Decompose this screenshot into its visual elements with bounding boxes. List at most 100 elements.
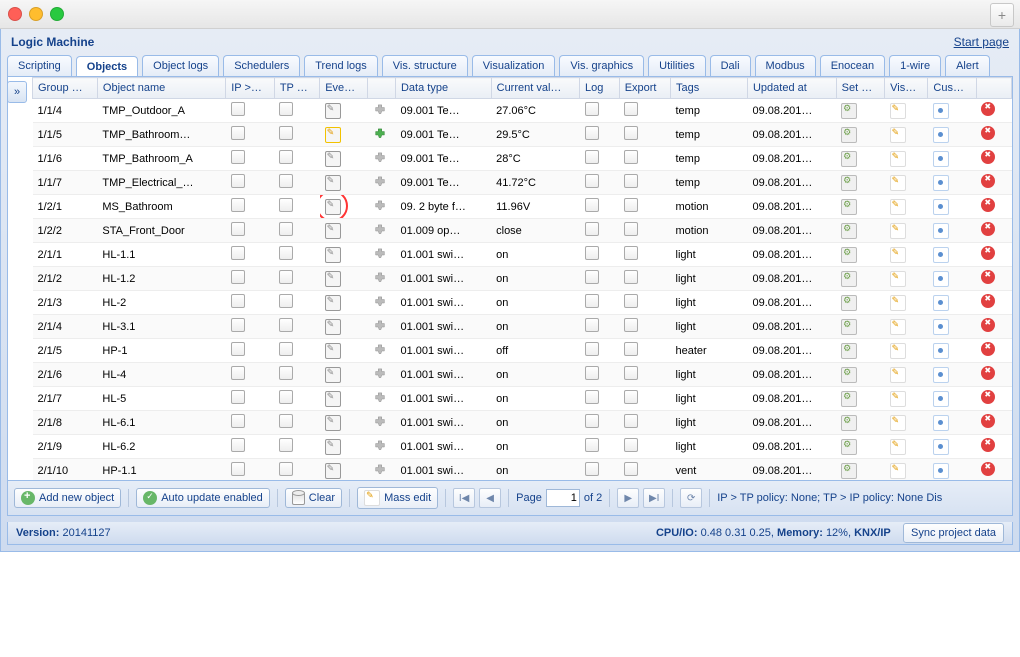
- checkbox-icon[interactable]: [585, 126, 599, 140]
- clear-button[interactable]: Clear: [285, 488, 342, 508]
- set-value-icon[interactable]: [841, 103, 857, 119]
- column-header[interactable]: Object name: [97, 78, 225, 99]
- checkbox-icon[interactable]: [624, 366, 638, 380]
- checkbox-icon[interactable]: [279, 246, 293, 260]
- event-script-icon[interactable]: [325, 271, 341, 287]
- table-row[interactable]: 2/1/8HL-6.101.001 swi…onlight09.08.201…: [33, 411, 1012, 435]
- custom-values-icon[interactable]: [933, 463, 949, 479]
- column-header[interactable]: Data type: [395, 78, 491, 99]
- table-row[interactable]: 2/1/2HL-1.201.001 swi…onlight09.08.201…: [33, 267, 1012, 291]
- table-row[interactable]: 2/1/7HL-501.001 swi…onlight09.08.201…: [33, 387, 1012, 411]
- checkbox-icon[interactable]: [585, 294, 599, 308]
- checkbox-icon[interactable]: [624, 270, 638, 284]
- custom-values-icon[interactable]: [933, 151, 949, 167]
- table-row[interactable]: 2/1/3HL-201.001 swi…onlight09.08.201…: [33, 291, 1012, 315]
- set-value-icon[interactable]: [841, 271, 857, 287]
- column-header[interactable]: [368, 78, 396, 99]
- zoom-traffic-light[interactable]: [50, 7, 64, 21]
- vis-params-icon[interactable]: [890, 271, 906, 287]
- tab-vis-structure[interactable]: Vis. structure: [382, 55, 468, 76]
- checkbox-icon[interactable]: [231, 222, 245, 236]
- set-value-icon[interactable]: [841, 415, 857, 431]
- table-row[interactable]: 1/1/5TMP_Bathroom…09.001 Te…29.5°Ctemp09…: [33, 123, 1012, 147]
- delete-icon[interactable]: [981, 102, 995, 116]
- table-row[interactable]: 2/1/1HL-1.101.001 swi…onlight09.08.201…: [33, 243, 1012, 267]
- custom-values-icon[interactable]: [933, 271, 949, 287]
- checkbox-icon[interactable]: [585, 198, 599, 212]
- tab-alert[interactable]: Alert: [945, 55, 990, 76]
- checkbox-icon[interactable]: [231, 342, 245, 356]
- event-script-icon[interactable]: [325, 415, 341, 431]
- minimize-traffic-light[interactable]: [29, 7, 43, 21]
- table-row[interactable]: 2/1/10HP-1.101.001 swi…onvent09.08.201…: [33, 459, 1012, 481]
- custom-values-icon[interactable]: [933, 415, 949, 431]
- checkbox-icon[interactable]: [624, 462, 638, 476]
- checkbox-icon[interactable]: [279, 390, 293, 404]
- vis-params-icon[interactable]: [890, 103, 906, 119]
- checkbox-icon[interactable]: [585, 438, 599, 452]
- vis-params-icon[interactable]: [890, 319, 906, 335]
- set-value-icon[interactable]: [841, 367, 857, 383]
- set-value-icon[interactable]: [841, 463, 857, 479]
- delete-icon[interactable]: [981, 126, 995, 140]
- page-number-input[interactable]: [546, 489, 580, 507]
- checkbox-icon[interactable]: [585, 270, 599, 284]
- set-value-icon[interactable]: [841, 199, 857, 215]
- checkbox-icon[interactable]: [279, 198, 293, 212]
- table-row[interactable]: 1/2/2STA_Front_Door01.009 op…closemotion…: [33, 219, 1012, 243]
- grid-header[interactable]: Group …Object nameIP >…TP …Eve…Data type…: [33, 78, 1012, 99]
- checkbox-icon[interactable]: [231, 174, 245, 188]
- checkbox-icon[interactable]: [231, 102, 245, 116]
- tab-scripting[interactable]: Scripting: [7, 55, 72, 76]
- custom-values-icon[interactable]: [933, 319, 949, 335]
- checkbox-icon[interactable]: [279, 462, 293, 476]
- checkbox-icon[interactable]: [624, 390, 638, 404]
- checkbox-icon[interactable]: [585, 318, 599, 332]
- delete-icon[interactable]: [981, 462, 995, 476]
- table-row[interactable]: 2/1/9HL-6.201.001 swi…onlight09.08.201…: [33, 435, 1012, 459]
- table-row[interactable]: 1/1/7TMP_Electrical_…09.001 Te…41.72°Cte…: [33, 171, 1012, 195]
- column-header[interactable]: Tags: [671, 78, 748, 99]
- close-traffic-light[interactable]: [8, 7, 22, 21]
- delete-icon[interactable]: [981, 366, 995, 380]
- event-script-icon[interactable]: [325, 151, 341, 167]
- checkbox-icon[interactable]: [624, 174, 638, 188]
- refresh-button[interactable]: ⟳: [680, 488, 702, 508]
- column-header[interactable]: Vis…: [885, 78, 928, 99]
- tab-enocean[interactable]: Enocean: [820, 55, 885, 76]
- checkbox-icon[interactable]: [585, 174, 599, 188]
- table-row[interactable]: 2/1/5HP-101.001 swi…offheater09.08.201…: [33, 339, 1012, 363]
- vis-params-icon[interactable]: [890, 439, 906, 455]
- set-value-icon[interactable]: [841, 223, 857, 239]
- custom-values-icon[interactable]: [933, 127, 949, 143]
- vis-params-icon[interactable]: [890, 127, 906, 143]
- checkbox-icon[interactable]: [279, 342, 293, 356]
- tab-1-wire[interactable]: 1-wire: [889, 55, 941, 76]
- tab-objects[interactable]: Objects: [76, 56, 138, 76]
- start-page-link[interactable]: Start page: [954, 35, 1009, 49]
- checkbox-icon[interactable]: [231, 126, 245, 140]
- checkbox-icon[interactable]: [231, 246, 245, 260]
- vis-params-icon[interactable]: [890, 247, 906, 263]
- delete-icon[interactable]: [981, 174, 995, 188]
- set-value-icon[interactable]: [841, 151, 857, 167]
- first-page-button[interactable]: I◀: [453, 488, 475, 508]
- vis-params-icon[interactable]: [890, 415, 906, 431]
- vis-params-icon[interactable]: [890, 223, 906, 239]
- column-header[interactable]: Eve…: [320, 78, 368, 99]
- next-page-button[interactable]: ▶: [617, 488, 639, 508]
- custom-values-icon[interactable]: [933, 439, 949, 455]
- checkbox-icon[interactable]: [624, 246, 638, 260]
- event-script-icon[interactable]: [325, 175, 341, 191]
- set-value-icon[interactable]: [841, 439, 857, 455]
- tab-trend-logs[interactable]: Trend logs: [304, 55, 378, 76]
- vis-params-icon[interactable]: [890, 463, 906, 479]
- tab-schedulers[interactable]: Schedulers: [223, 55, 300, 76]
- column-header[interactable]: IP >…: [226, 78, 275, 99]
- custom-values-icon[interactable]: [933, 367, 949, 383]
- custom-values-icon[interactable]: [933, 175, 949, 191]
- event-script-icon[interactable]: [325, 103, 341, 119]
- mass-edit-button[interactable]: Mass edit: [357, 487, 438, 509]
- checkbox-icon[interactable]: [231, 366, 245, 380]
- checkbox-icon[interactable]: [231, 198, 245, 212]
